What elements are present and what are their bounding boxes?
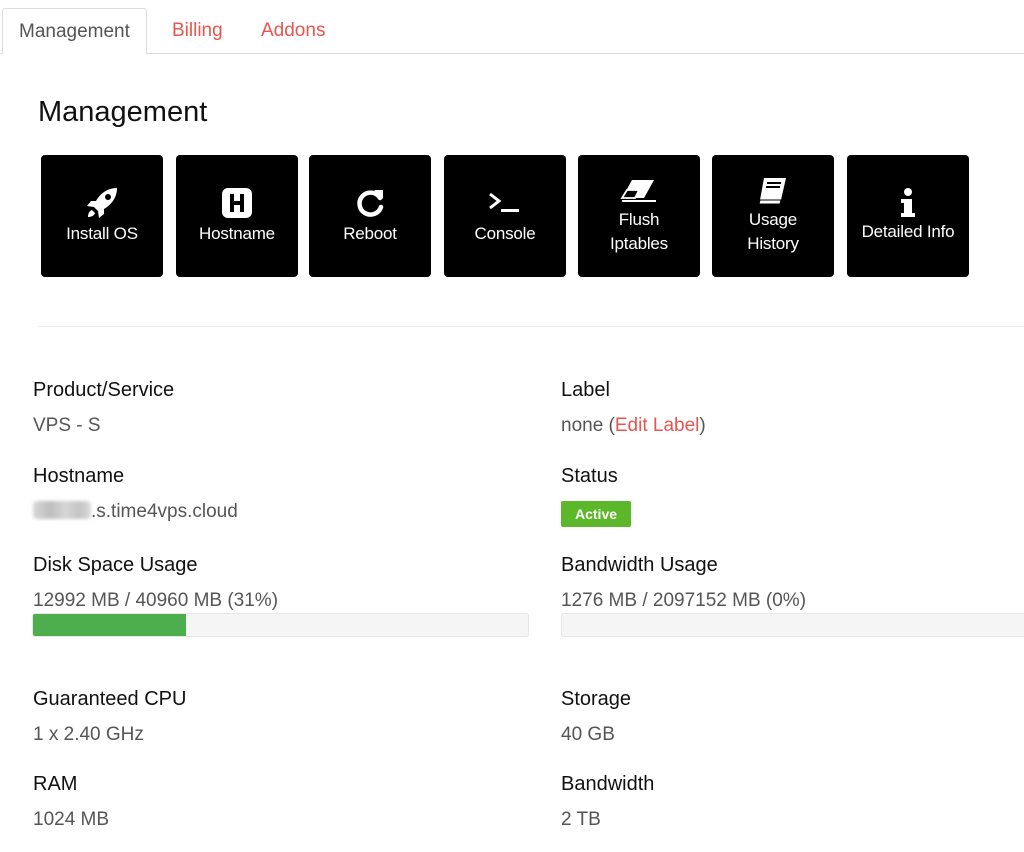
ram-field: RAM 1024 MB bbox=[33, 772, 109, 832]
book-icon bbox=[757, 176, 789, 206]
bandwidth-value: 2 TB bbox=[561, 809, 601, 830]
page-title: Management bbox=[38, 96, 208, 128]
ram-value: 1024 MB bbox=[33, 809, 110, 830]
hostname-value: .s.time4vps.cloud bbox=[33, 500, 238, 524]
usage-history-label: Usage History bbox=[747, 210, 799, 253]
label-value: none (Edit Label) bbox=[561, 414, 706, 438]
disk-usage-value: 12992 MB / 40960 MB (31%) bbox=[33, 590, 279, 611]
reboot-icon bbox=[354, 186, 386, 220]
status-badge: Active bbox=[561, 501, 632, 527]
status-label: Status bbox=[561, 465, 618, 487]
tab-management[interactable]: Management bbox=[2, 8, 147, 55]
section-divider bbox=[38, 326, 1024, 327]
disk-usage-progress bbox=[32, 613, 529, 637]
bandwidth-label: Bandwidth bbox=[561, 773, 655, 795]
hostname-button[interactable]: Hostname bbox=[176, 155, 298, 277]
install-os-button[interactable]: Install OS bbox=[41, 155, 163, 277]
flush-iptables-button[interactable]: Flush Iptables bbox=[578, 155, 700, 277]
cpu-label: Guaranteed CPU bbox=[33, 688, 187, 710]
tab-billing[interactable]: Billing bbox=[156, 8, 239, 54]
bandwidth-usage-value: 1276 MB / 2097152 MB (0%) bbox=[561, 590, 807, 611]
bandwidth-usage-label: Bandwidth Usage bbox=[561, 554, 718, 576]
rocket-icon bbox=[85, 186, 119, 220]
disk-usage-label: Disk Space Usage bbox=[33, 554, 198, 576]
detailed-info-button[interactable]: Detailed Info bbox=[847, 155, 969, 277]
status-value-wrap: Active bbox=[561, 501, 632, 527]
hostname-domain: .s.time4vps.cloud bbox=[91, 501, 238, 522]
hostname-label: Hostname bbox=[199, 224, 275, 243]
product-service-field: Product/Service VPS - S bbox=[33, 378, 174, 438]
hostname-field-label: Hostname bbox=[33, 465, 125, 487]
tab-addons[interactable]: Addons bbox=[245, 8, 341, 54]
bandwidth-usage-progress bbox=[561, 613, 1024, 637]
terminal-icon bbox=[487, 186, 523, 220]
label-value-prefix: none ( bbox=[561, 415, 615, 436]
bandwidth-usage-field: Bandwidth Usage 1276 MB / 2097152 MB (0%… bbox=[561, 553, 806, 613]
storage-value: 40 GB bbox=[561, 724, 615, 745]
label-label: Label bbox=[561, 379, 610, 401]
product-service-value: VPS - S bbox=[33, 415, 101, 436]
usage-history-button[interactable]: Usage History bbox=[712, 155, 834, 277]
bandwidth-field: Bandwidth 2 TB bbox=[561, 772, 654, 832]
storage-field: Storage 40 GB bbox=[561, 687, 631, 747]
console-label: Console bbox=[474, 224, 536, 243]
reboot-button[interactable]: Reboot bbox=[309, 155, 431, 277]
redacted-hostname-prefix bbox=[33, 501, 91, 519]
tab-bar: Management Billing Addons bbox=[0, 0, 1024, 55]
console-button[interactable]: Console bbox=[444, 155, 566, 277]
cpu-field: Guaranteed CPU 1 x 2.40 GHz bbox=[33, 687, 186, 747]
detailed-info-label: Detailed Info bbox=[861, 222, 955, 241]
info-icon bbox=[898, 188, 918, 218]
disk-usage-field: Disk Space Usage 12992 MB / 40960 MB (31… bbox=[33, 553, 278, 613]
storage-label: Storage bbox=[561, 688, 632, 710]
ram-label: RAM bbox=[33, 773, 78, 795]
label-value-suffix: ) bbox=[699, 415, 706, 436]
flush-iptables-label: Flush Iptables bbox=[610, 210, 668, 253]
install-os-label: Install OS bbox=[66, 224, 138, 243]
hostname-field: Hostname .s.time4vps.cloud bbox=[33, 464, 238, 524]
disk-usage-progress-fill bbox=[33, 614, 187, 636]
product-service-label: Product/Service bbox=[33, 379, 175, 401]
hostname-h-icon bbox=[221, 186, 253, 220]
eraser-icon bbox=[620, 176, 658, 206]
edit-label-link[interactable]: Edit Label bbox=[615, 415, 700, 436]
status-field: Status Active bbox=[561, 464, 632, 527]
label-field: Label none (Edit Label) bbox=[561, 378, 706, 438]
cpu-value: 1 x 2.40 GHz bbox=[33, 724, 144, 745]
reboot-label: Reboot bbox=[343, 224, 397, 243]
